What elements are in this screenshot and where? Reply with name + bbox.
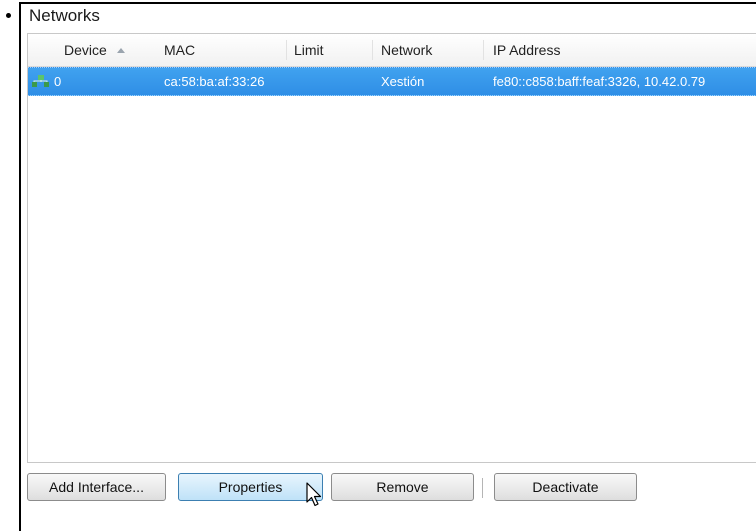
properties-button[interactable]: Properties (178, 473, 323, 501)
network-interfaces-table[interactable]: Device MAC Limit Network IP Address 0 ca… (27, 33, 756, 463)
networks-panel: Networks Device MAC Limit Network IP Add… (19, 2, 756, 531)
toolbar-separator (482, 478, 483, 498)
cell-mac: ca:58:ba:af:33:26 (164, 74, 265, 89)
sort-ascending-icon (116, 47, 125, 53)
column-divider (372, 40, 373, 60)
table-header: Device MAC Limit Network IP Address (28, 34, 756, 67)
cell-network: Xestión (381, 74, 425, 89)
section-title: Networks (29, 6, 100, 25)
column-header-limit[interactable]: Limit (294, 34, 324, 66)
column-header-label: Device (64, 42, 107, 58)
list-bullet (6, 13, 11, 18)
deactivate-button[interactable]: Deactivate (494, 473, 637, 501)
column-header-mac[interactable]: MAC (164, 34, 195, 66)
column-header-network[interactable]: Network (381, 34, 432, 66)
add-interface-button[interactable]: Add Interface... (27, 473, 166, 501)
column-header-ip-address[interactable]: IP Address (493, 34, 560, 66)
network-interface-icon (32, 75, 49, 87)
mouse-pointer-icon (306, 482, 322, 507)
column-divider (286, 40, 287, 60)
cell-device: 0 (54, 74, 62, 89)
remove-button[interactable]: Remove (331, 473, 474, 501)
interface-toolbar: Add Interface... Properties Remove Deact… (21, 463, 756, 531)
column-divider (483, 40, 484, 60)
column-header-device[interactable]: Device (64, 34, 125, 66)
cell-ip-address: fe80::c858:baff:feaf:3326, 10.42.0.79 (493, 74, 706, 89)
table-row[interactable]: 0 ca:58:ba:af:33:26 Xestión fe80::c858:b… (28, 67, 756, 96)
